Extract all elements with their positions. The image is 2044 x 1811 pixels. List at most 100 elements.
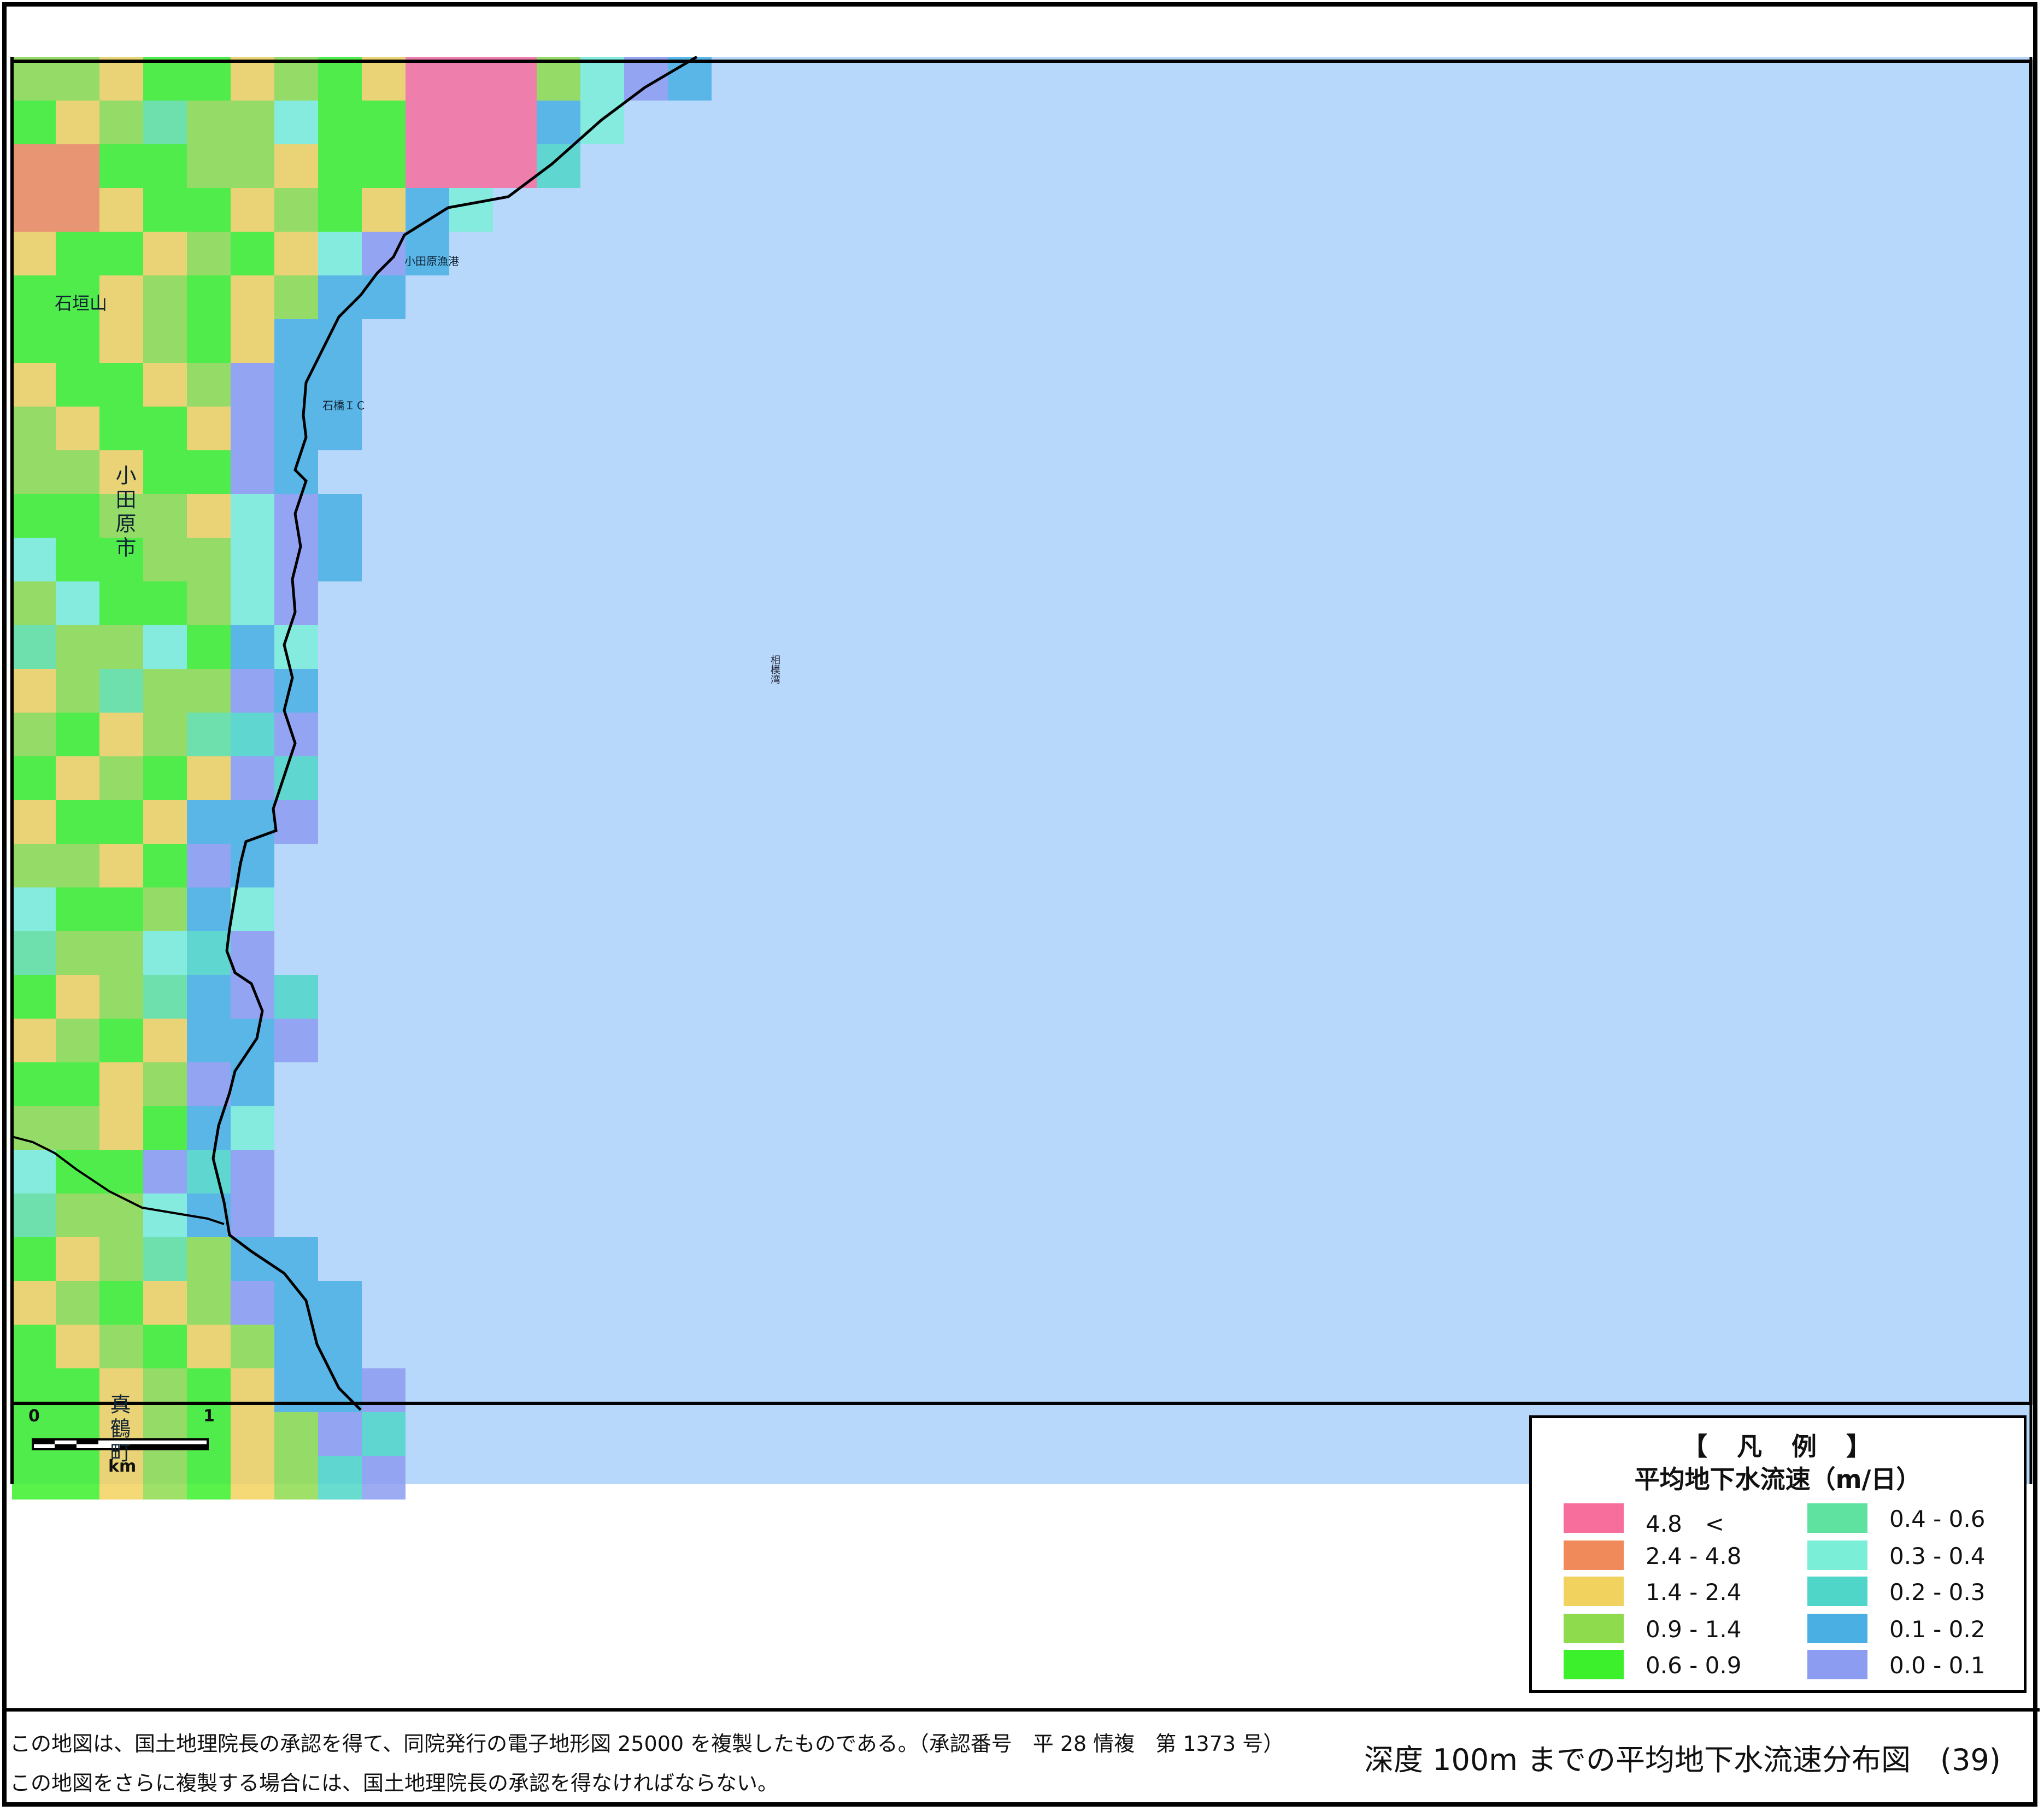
velocity-cell	[449, 144, 493, 188]
velocity-cell	[318, 407, 362, 450]
velocity-cell	[12, 931, 56, 975]
velocity-cell	[231, 1456, 274, 1500]
velocity-cell	[231, 363, 274, 407]
velocity-cell	[56, 101, 99, 144]
legend-label: 0.1 - 0.2	[1889, 1616, 1986, 1643]
velocity-cell	[143, 1193, 187, 1237]
velocity-cell	[537, 57, 580, 101]
velocity-cell	[318, 57, 362, 101]
place-label-mountain: 石垣山	[55, 293, 108, 314]
legend-label: 0.3 - 0.4	[1889, 1543, 1986, 1569]
velocity-cell	[56, 1237, 99, 1281]
velocity-cell	[56, 57, 99, 101]
legend-label: 4.8 <	[1646, 1510, 1724, 1537]
velocity-cell	[99, 931, 143, 975]
legend-swatch	[1807, 1540, 1867, 1570]
velocity-cell	[99, 407, 143, 450]
velocity-cell	[143, 931, 187, 975]
velocity-cell	[187, 1368, 231, 1412]
velocity-cell	[12, 1368, 56, 1412]
velocity-cell	[231, 581, 274, 625]
legend-label: 0.9 - 1.4	[1646, 1616, 1742, 1643]
velocity-cell	[274, 1412, 318, 1456]
velocity-cell	[56, 1193, 99, 1237]
velocity-cell	[143, 319, 187, 363]
velocity-cell	[56, 494, 99, 538]
velocity-cell	[12, 713, 56, 756]
velocity-cell	[187, 713, 231, 756]
velocity-cell	[231, 1368, 274, 1412]
velocity-cell	[187, 144, 231, 188]
velocity-cell	[187, 1019, 231, 1062]
velocity-cell	[274, 625, 318, 669]
velocity-cell	[99, 319, 143, 363]
legend-label: 0.6 - 0.9	[1646, 1652, 1742, 1679]
legend-swatch	[1807, 1577, 1867, 1606]
velocity-cell	[274, 756, 318, 800]
velocity-cell	[56, 188, 99, 232]
velocity-cell	[12, 144, 56, 188]
velocity-cell	[143, 1237, 187, 1281]
legend-label: 0.2 - 0.3	[1889, 1579, 1986, 1606]
velocity-cell	[318, 494, 362, 538]
velocity-cell	[187, 1237, 231, 1281]
velocity-cell	[99, 144, 143, 188]
velocity-cell	[12, 581, 56, 625]
velocity-cell	[231, 1106, 274, 1150]
velocity-cell	[12, 1193, 56, 1237]
velocity-cell	[56, 844, 99, 887]
velocity-cell	[187, 931, 231, 975]
velocity-cell	[318, 1412, 362, 1456]
velocity-cell	[187, 800, 231, 844]
legend-swatch	[1807, 1650, 1867, 1679]
velocity-cell	[362, 188, 406, 232]
velocity-cell	[274, 1456, 318, 1500]
velocity-cell	[143, 1368, 187, 1412]
velocity-cell	[231, 756, 274, 800]
scale-label-start: 0	[28, 1407, 40, 1426]
velocity-cell	[99, 1237, 143, 1281]
velocity-cell	[143, 1325, 187, 1368]
velocity-cell	[187, 1281, 231, 1325]
velocity-cell	[143, 1281, 187, 1325]
map-title: 深度 100m までの平均地下水流速分布図 (39)	[1364, 1743, 2001, 1777]
velocity-cell	[187, 407, 231, 450]
velocity-cell	[231, 713, 274, 756]
velocity-cell	[56, 1368, 99, 1412]
velocity-cell	[274, 319, 318, 363]
velocity-cell	[362, 1456, 406, 1500]
velocity-cell	[187, 1456, 231, 1500]
velocity-cell	[537, 144, 580, 188]
velocity-cell	[143, 232, 187, 275]
velocity-cell	[12, 844, 56, 887]
velocity-cell	[318, 275, 362, 319]
velocity-cell	[274, 1325, 318, 1368]
velocity-cell	[12, 275, 56, 319]
velocity-cell	[56, 363, 99, 407]
velocity-cell	[231, 931, 274, 975]
velocity-cell	[231, 319, 274, 363]
velocity-cell	[56, 1062, 99, 1106]
velocity-cell	[56, 669, 99, 713]
velocity-cell	[231, 407, 274, 450]
velocity-cell	[143, 713, 187, 756]
velocity-cell	[143, 363, 187, 407]
velocity-cell	[143, 538, 187, 581]
velocity-cell	[12, 494, 56, 538]
velocity-cell	[231, 1325, 274, 1368]
velocity-cell	[99, 188, 143, 232]
velocity-cell	[12, 756, 56, 800]
velocity-cell	[318, 1281, 362, 1325]
velocity-cell	[12, 625, 56, 669]
velocity-cell	[143, 975, 187, 1019]
legend-label: 1.4 - 2.4	[1646, 1579, 1742, 1606]
velocity-cell	[143, 450, 187, 494]
legend-swatch	[1564, 1614, 1624, 1643]
velocity-cell	[231, 450, 274, 494]
velocity-cell	[143, 800, 187, 844]
velocity-cell	[56, 1150, 99, 1193]
velocity-cell	[56, 931, 99, 975]
velocity-cell	[231, 1281, 274, 1325]
velocity-cell	[99, 669, 143, 713]
velocity-cell	[56, 625, 99, 669]
